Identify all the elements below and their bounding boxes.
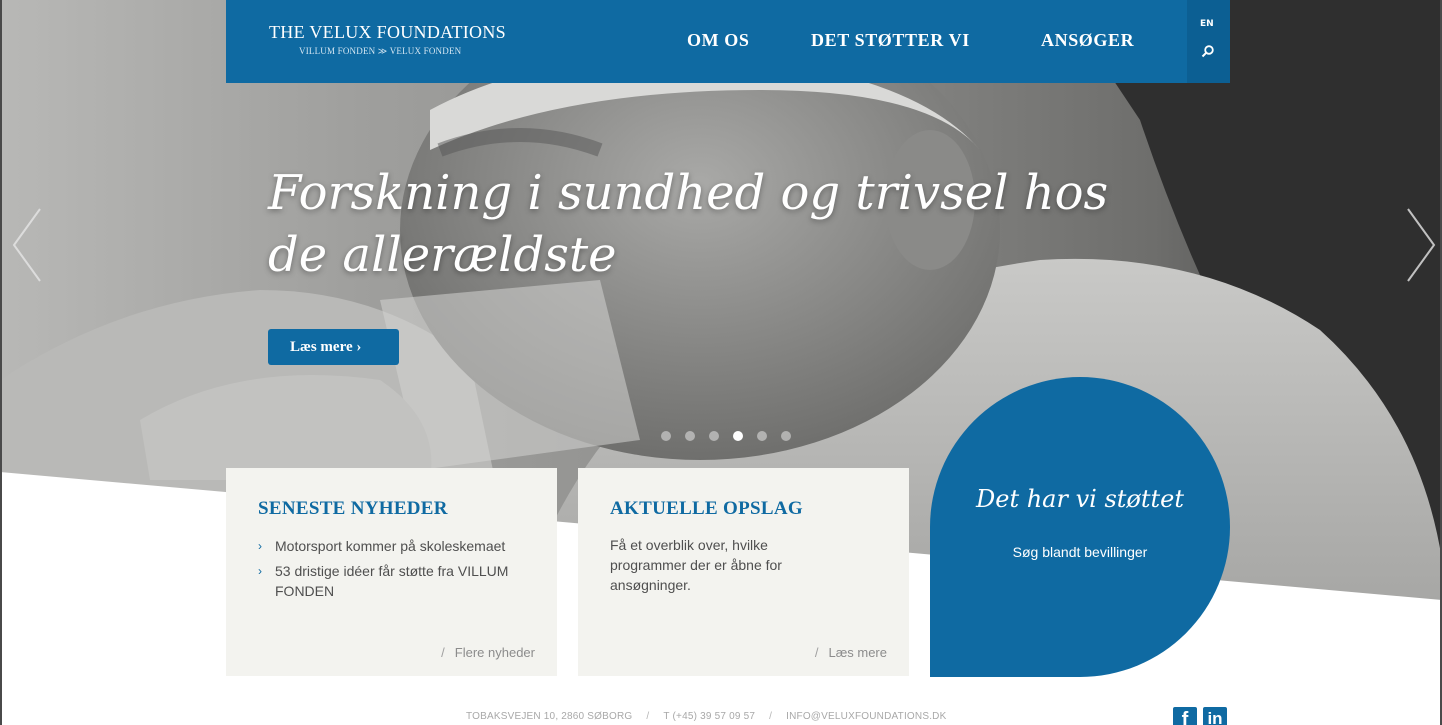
- logo-subtitle: VILLUM FONDEN ≫ VELUX FONDEN: [299, 46, 462, 56]
- slider-dot[interactable]: [709, 431, 719, 441]
- link-separator: /: [814, 645, 819, 660]
- language-search-box: [1187, 0, 1230, 83]
- news-item[interactable]: › Motorsport kommer på skoleskemaet: [258, 536, 538, 556]
- supported-title[interactable]: Det har vi støttet: [930, 485, 1230, 513]
- news-list: › Motorsport kommer på skoleskemaet › 53 d…: [258, 536, 538, 606]
- chevron-right-icon: ›: [258, 564, 262, 578]
- nav-item-det-stotter-vi[interactable]: DET STØTTER VI: [811, 30, 970, 51]
- slider-dot[interactable]: [781, 431, 791, 441]
- footer-contact: TOBAKSVEJEN 10, 2860 SØBORG / T (+45) 39 5…: [466, 711, 946, 722]
- calls-card-title[interactable]: AKTUELLE OPSLAG: [610, 498, 803, 520]
- slider-dot[interactable]: [661, 431, 671, 441]
- footer-separator: /: [646, 711, 650, 722]
- more-news-label[interactable]: Flere nyheder: [455, 645, 535, 660]
- news-item-text[interactable]: 53 dristige idéer får støtte fra VILLUM …: [275, 563, 508, 599]
- footer-email[interactable]: INFO@VELUXFOUNDATIONS.DK: [786, 711, 946, 722]
- supported-circle-shape: [930, 377, 1230, 677]
- search-grants-link[interactable]: Søg blandt bevillinger: [930, 544, 1230, 560]
- facebook-icon[interactable]: f: [1173, 707, 1197, 725]
- news-item-text[interactable]: Motorsport kommer på skoleskemaet: [275, 538, 505, 554]
- hero-title: Forskning i sundhed og trivsel hos de al…: [268, 165, 1109, 283]
- slider-next-button[interactable]: [1400, 205, 1440, 285]
- calls-card-text: Få et overblik over, hvilke programmer d…: [610, 537, 782, 593]
- nav-item-om-os[interactable]: OM OS: [687, 30, 750, 51]
- calls-read-more-link[interactable]: / Læs mere: [815, 645, 887, 660]
- calls-card: AKTUELLE OPSLAG Få et overblik over, hvi…: [578, 468, 909, 676]
- language-switch[interactable]: EN: [1200, 19, 1214, 29]
- footer-address: TOBAKSVEJEN 10, 2860 SØBORG: [466, 711, 633, 722]
- news-card: SENESTE NYHEDER › Motorsport kommer på sk…: [226, 468, 557, 676]
- slider-prev-button[interactable]: [8, 205, 48, 285]
- hero-read-more-button[interactable]: Læs mere ›: [268, 329, 399, 365]
- slider-dot-active[interactable]: [733, 431, 743, 441]
- search-icon[interactable]: [1201, 44, 1215, 58]
- news-card-title[interactable]: SENESTE NYHEDER: [258, 498, 448, 520]
- logo-title[interactable]: THE VELUX FOUNDATIONS: [269, 22, 506, 43]
- calls-read-more-label[interactable]: Læs mere: [828, 645, 887, 660]
- nav-item-ansoger[interactable]: ANSØGER: [1041, 30, 1134, 51]
- supported-circle[interactable]: Det har vi støttet Søg blandt bevillinge…: [930, 377, 1230, 677]
- window-frame-left: [0, 0, 2, 725]
- footer-separator: /: [769, 711, 773, 722]
- news-item[interactable]: › 53 dristige idéer får støtte fra VILLUM…: [258, 561, 538, 601]
- more-news-link[interactable]: / Flere nyheder: [441, 645, 535, 660]
- slider-dot[interactable]: [685, 431, 695, 441]
- footer-phone[interactable]: T (+45) 39 57 09 57: [663, 711, 755, 722]
- link-separator: /: [441, 645, 445, 660]
- slider-dot[interactable]: [757, 431, 767, 441]
- linkedin-icon[interactable]: in: [1203, 707, 1227, 725]
- chevron-right-icon: ›: [258, 539, 262, 553]
